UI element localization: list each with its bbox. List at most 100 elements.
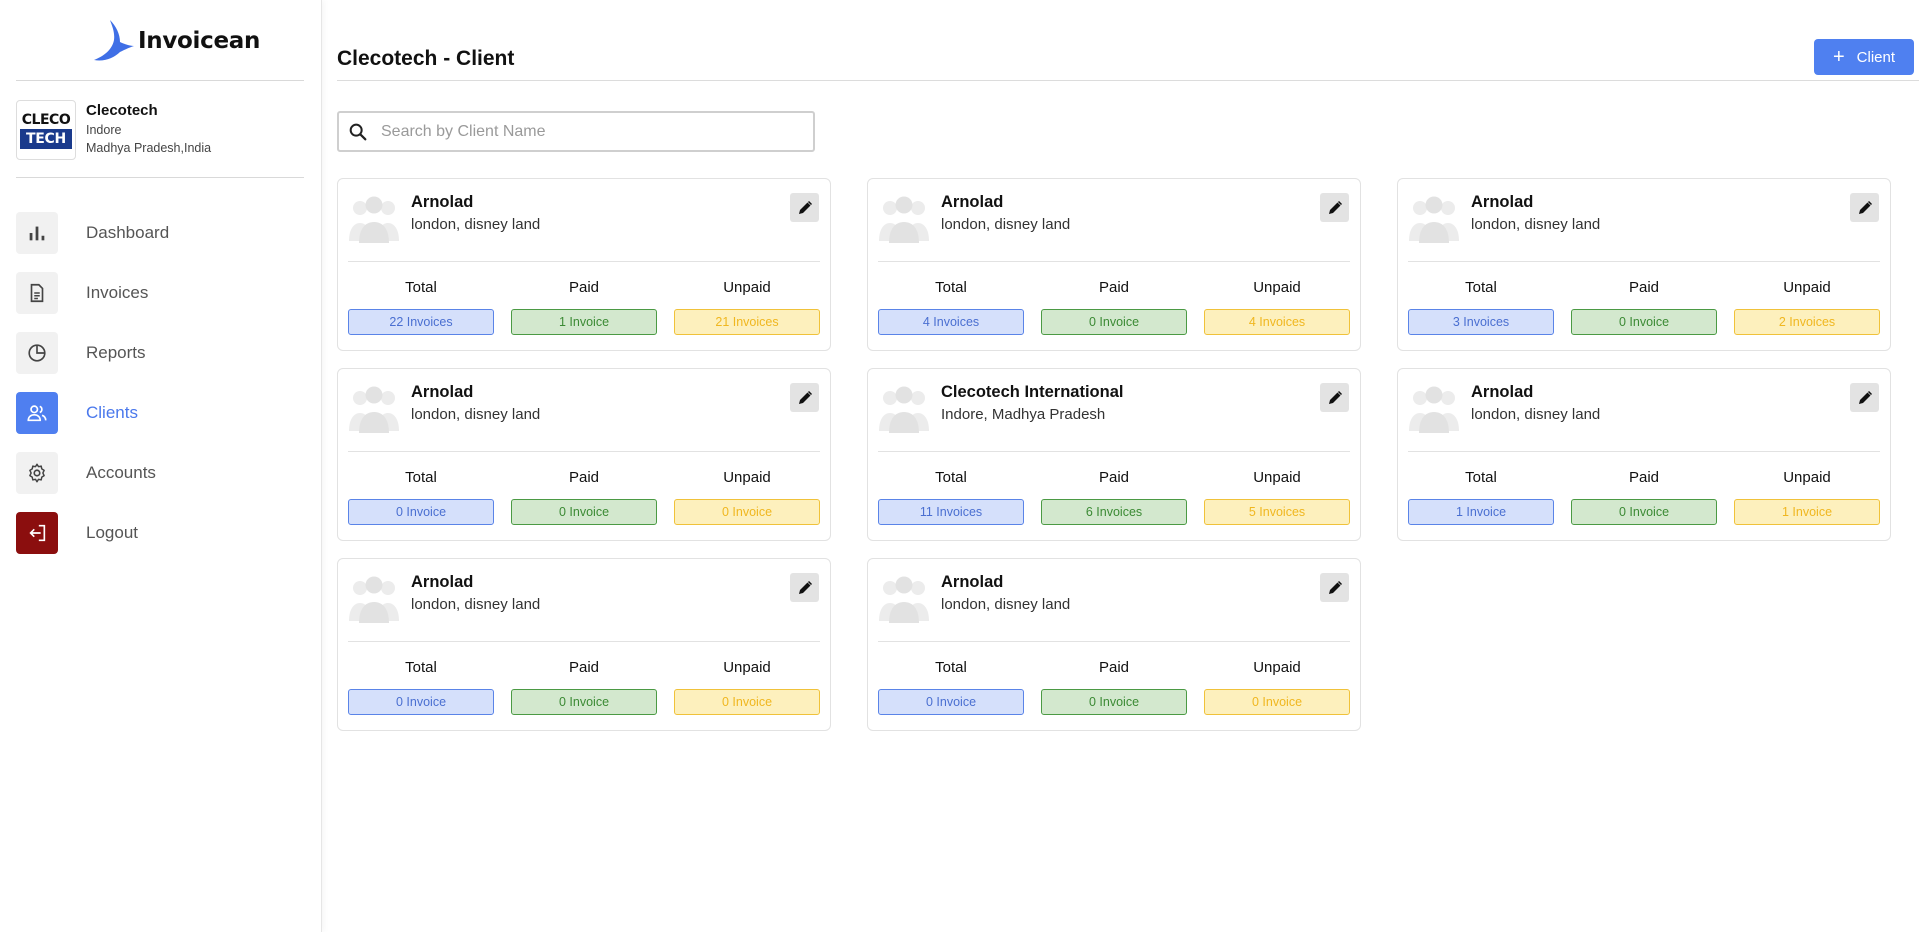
stat-label-unpaid: Unpaid xyxy=(1783,279,1831,296)
sidebar-divider xyxy=(16,177,304,178)
unpaid-invoices-badge[interactable]: 5 Invoices xyxy=(1204,499,1350,525)
company-card: CLECO TECH Clecotech Indore Madhya Prade… xyxy=(16,100,211,160)
total-invoices-badge[interactable]: 22 Invoices xyxy=(348,309,494,335)
pencil-icon xyxy=(798,200,812,214)
client-card: Arnolad london, disney land Total 1 Invo… xyxy=(1397,368,1891,541)
total-invoices-badge[interactable]: 11 Invoices xyxy=(878,499,1024,525)
stat-paid: Paid 0 Invoice xyxy=(1571,279,1717,335)
unpaid-invoices-badge[interactable]: 4 Invoices xyxy=(1204,309,1350,335)
edit-client-button[interactable] xyxy=(1320,383,1349,412)
stat-paid: Paid 0 Invoice xyxy=(511,659,657,715)
card-divider xyxy=(1408,451,1880,452)
stat-label-total: Total xyxy=(1465,279,1497,296)
unpaid-invoices-badge[interactable]: 0 Invoice xyxy=(674,689,820,715)
paid-invoices-badge[interactable]: 0 Invoice xyxy=(511,499,657,525)
client-name: Arnolad xyxy=(411,573,474,591)
client-card: Arnolad london, disney land Total 4 Invo… xyxy=(867,178,1361,351)
total-invoices-badge[interactable]: 3 Invoices xyxy=(1408,309,1554,335)
stat-label-paid: Paid xyxy=(1098,469,1130,486)
paid-invoices-badge[interactable]: 0 Invoice xyxy=(1571,309,1717,335)
sidebar-item-logout[interactable]: Logout xyxy=(16,512,169,554)
search-input[interactable] xyxy=(381,122,801,141)
stat-total: Total 0 Invoice xyxy=(348,659,494,715)
users-icon xyxy=(16,392,58,434)
total-invoices-badge[interactable]: 0 Invoice xyxy=(348,499,494,525)
paid-invoices-badge[interactable]: 6 Invoices xyxy=(1041,499,1187,525)
company-logo-line2: TECH xyxy=(20,129,72,149)
total-invoices-badge[interactable]: 1 Invoice xyxy=(1408,499,1554,525)
stat-unpaid: Unpaid 0 Invoice xyxy=(674,469,820,525)
client-name: Arnolad xyxy=(411,193,474,211)
stat-label-total: Total xyxy=(935,279,967,296)
sidebar-item-dashboard[interactable]: Dashboard xyxy=(16,212,169,254)
avatar-placeholder-icon xyxy=(879,576,929,623)
sidebar-item-label: Logout xyxy=(86,523,138,542)
client-card: Arnolad london, disney land Total 3 Invo… xyxy=(1397,178,1891,351)
add-client-button[interactable]: + Client xyxy=(1814,39,1914,75)
client-name: Arnolad xyxy=(941,193,1004,211)
stat-unpaid: Unpaid 5 Invoices xyxy=(1204,469,1350,525)
sidebar-item-label: Accounts xyxy=(86,463,156,482)
plus-icon: + xyxy=(1832,46,1845,68)
app-logo[interactable]: Invoicean xyxy=(90,18,260,64)
client-address: london, disney land xyxy=(941,216,1071,233)
company-logo: CLECO TECH xyxy=(16,100,76,160)
stat-unpaid: Unpaid 0 Invoice xyxy=(1204,659,1350,715)
paid-invoices-badge[interactable]: 1 Invoice xyxy=(511,309,657,335)
stat-unpaid: Unpaid 1 Invoice xyxy=(1734,469,1880,525)
page-title: Clecotech - Client xyxy=(337,47,515,70)
sidebar-item-label: Invoices xyxy=(86,283,149,302)
paid-invoices-badge[interactable]: 0 Invoice xyxy=(1571,499,1717,525)
sidebar-item-clients[interactable]: Clients xyxy=(16,392,169,434)
stat-total: Total 1 Invoice xyxy=(1408,469,1554,525)
card-divider xyxy=(348,641,820,642)
avatar-placeholder-icon xyxy=(879,386,929,433)
avatar-placeholder-icon xyxy=(349,576,399,623)
total-invoices-badge[interactable]: 0 Invoice xyxy=(878,689,1024,715)
avatar-placeholder-icon xyxy=(879,196,929,243)
bar-chart-icon xyxy=(16,212,58,254)
edit-client-button[interactable] xyxy=(1850,383,1879,412)
total-invoices-badge[interactable]: 0 Invoice xyxy=(348,689,494,715)
stat-total: Total 22 Invoices xyxy=(348,279,494,335)
sidebar-item-invoices[interactable]: Invoices xyxy=(16,272,169,314)
unpaid-invoices-badge[interactable]: 21 Invoices xyxy=(674,309,820,335)
company-region: Madhya Pradesh,India xyxy=(86,141,212,155)
stat-total: Total 3 Invoices xyxy=(1408,279,1554,335)
edit-client-button[interactable] xyxy=(1320,193,1349,222)
client-address: london, disney land xyxy=(411,596,541,613)
client-address: london, disney land xyxy=(411,216,541,233)
unpaid-invoices-badge[interactable]: 1 Invoice xyxy=(1734,499,1880,525)
card-divider xyxy=(1408,261,1880,262)
stat-unpaid: Unpaid 0 Invoice xyxy=(674,659,820,715)
paid-invoices-badge[interactable]: 0 Invoice xyxy=(511,689,657,715)
document-icon xyxy=(16,272,58,314)
pencil-icon xyxy=(798,390,812,404)
unpaid-invoices-badge[interactable]: 0 Invoice xyxy=(674,499,820,525)
client-card: Arnolad london, disney land Total 0 Invo… xyxy=(337,368,831,541)
sidebar-item-accounts[interactable]: Accounts xyxy=(16,452,169,494)
edit-client-button[interactable] xyxy=(790,573,819,602)
edit-client-button[interactable] xyxy=(790,383,819,412)
paid-invoices-badge[interactable]: 0 Invoice xyxy=(1041,309,1187,335)
stat-paid: Paid 0 Invoice xyxy=(511,469,657,525)
edit-client-button[interactable] xyxy=(790,193,819,222)
edit-client-button[interactable] xyxy=(1850,193,1879,222)
edit-client-button[interactable] xyxy=(1320,573,1349,602)
stat-label-unpaid: Unpaid xyxy=(723,279,771,296)
client-address: london, disney land xyxy=(1471,216,1601,233)
unpaid-invoices-badge[interactable]: 2 Invoices xyxy=(1734,309,1880,335)
client-address: london, disney land xyxy=(411,406,541,423)
header-divider xyxy=(337,80,1919,81)
stat-label-total: Total xyxy=(405,659,437,676)
stat-label-unpaid: Unpaid xyxy=(1783,469,1831,486)
unpaid-invoices-badge[interactable]: 0 Invoice xyxy=(1204,689,1350,715)
paid-invoices-badge[interactable]: 0 Invoice xyxy=(1041,689,1187,715)
stat-label-paid: Paid xyxy=(568,659,600,676)
total-invoices-badge[interactable]: 4 Invoices xyxy=(878,309,1024,335)
sidebar-item-label: Reports xyxy=(86,343,146,362)
sidebar-item-reports[interactable]: Reports xyxy=(16,332,169,374)
pencil-icon xyxy=(1328,580,1342,594)
stat-label-total: Total xyxy=(935,469,967,486)
main-content: Clecotech - Client + Client Arnolad lond… xyxy=(322,0,1920,932)
